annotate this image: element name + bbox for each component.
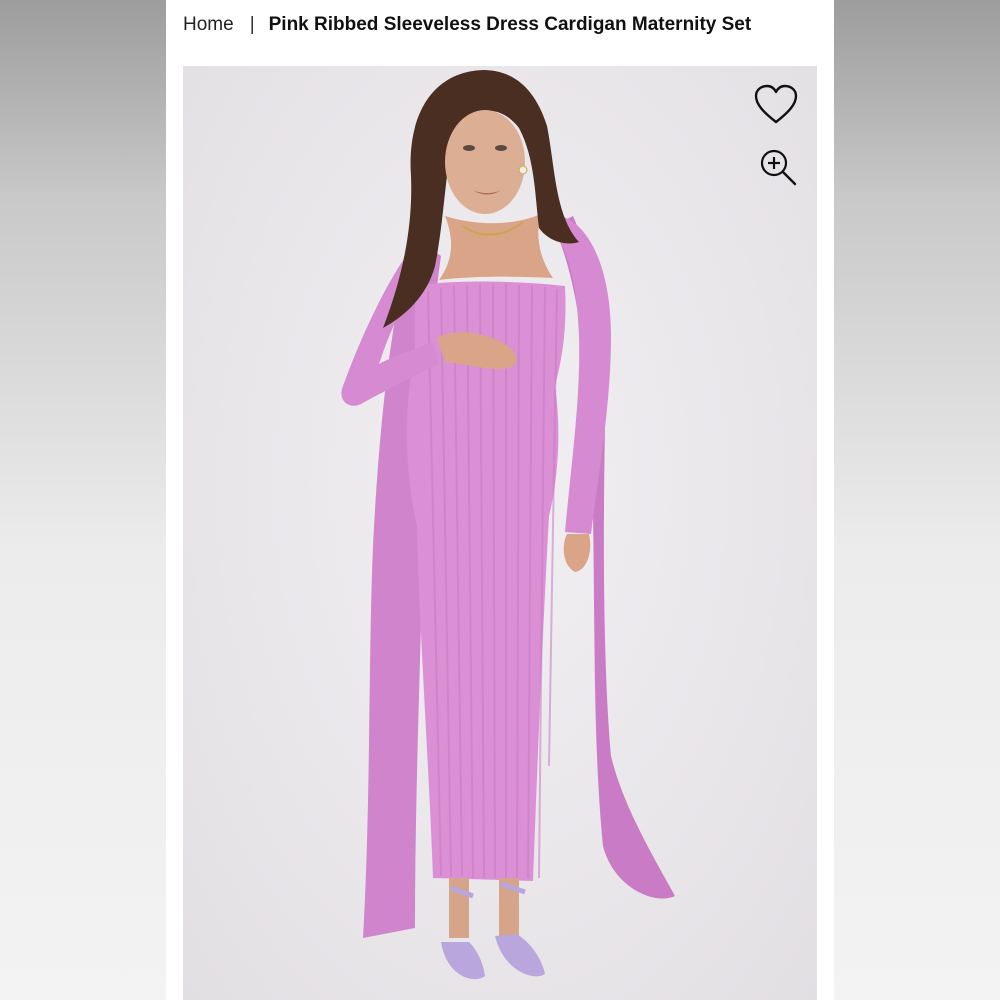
breadcrumb-separator: | (249, 14, 255, 35)
breadcrumb-home-link[interactable]: Home (183, 14, 234, 36)
zoom-button[interactable] (759, 148, 799, 188)
left-eye (463, 145, 475, 151)
left-sandal (441, 942, 485, 980)
heart-icon (754, 84, 798, 124)
product-image[interactable] (183, 66, 817, 1000)
wishlist-button[interactable] (753, 84, 799, 126)
right-margin (834, 0, 1000, 1000)
product-photo (341, 70, 675, 980)
zoom-in-icon (760, 149, 797, 186)
left-margin (0, 0, 166, 1000)
neck-shoulders (439, 214, 553, 280)
right-sandal (495, 934, 545, 977)
product-page: Home | Pink Ribbed Sleeveless Dress Card… (166, 0, 834, 1000)
hand-right (563, 534, 591, 572)
breadcrumb: Home | Pink Ribbed Sleeveless Dress Card… (183, 8, 751, 42)
breadcrumb-current-page: Pink Ribbed Sleeveless Dress Cardigan Ma… (268, 14, 752, 35)
earring (518, 165, 528, 175)
face (445, 110, 525, 214)
right-eye (495, 145, 507, 151)
